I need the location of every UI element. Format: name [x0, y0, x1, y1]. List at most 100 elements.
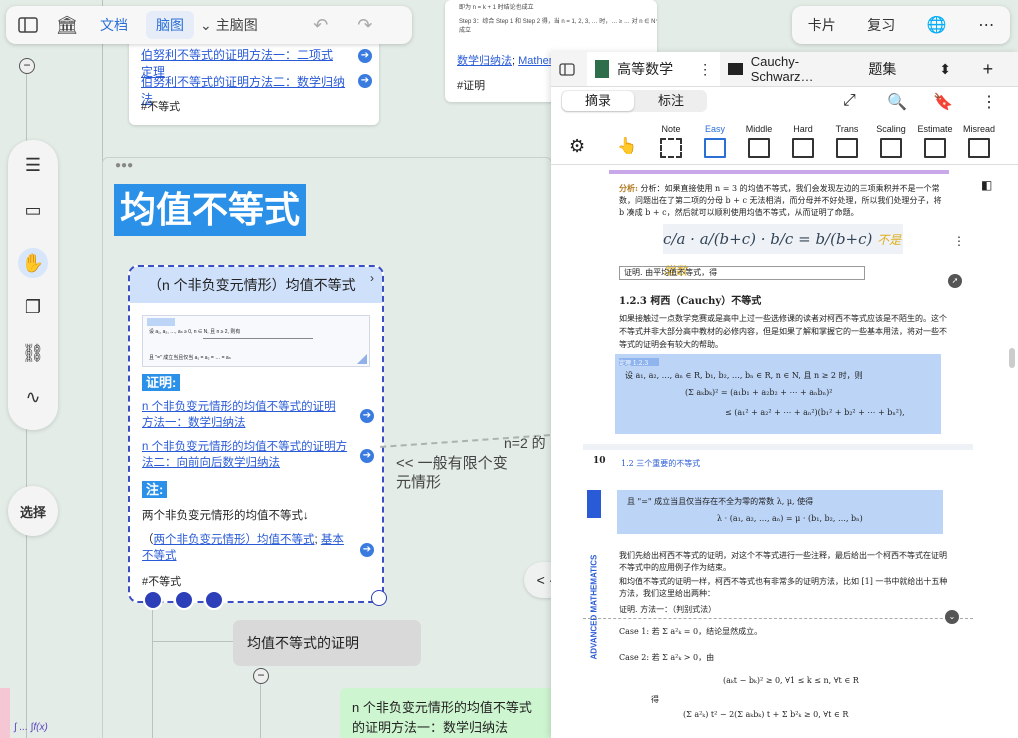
tool-note[interactable]: Note: [651, 124, 691, 158]
equation: (Σ a²ₖ) t² − 2(Σ aₖbₖ) t + Σ b²ₖ ≥ 0, ∀t…: [683, 710, 849, 719]
library-icon[interactable]: 🏛: [50, 11, 84, 39]
copy-icon[interactable]: ❐: [18, 292, 48, 322]
chevron-down-icon[interactable]: ⌄: [945, 610, 959, 624]
edge-label[interactable]: << 一般有限个变元情形: [396, 454, 516, 492]
more-vertical-icon[interactable]: ⋮: [698, 61, 712, 78]
layout-icon[interactable]: ▭: [18, 195, 48, 225]
merge-icon[interactable]: [204, 590, 224, 610]
link-node-icon[interactable]: [174, 590, 194, 610]
section-heading: 1.2.3 柯西（Cauchy）不等式: [619, 296, 762, 307]
frame-icon: [968, 138, 990, 158]
text-line: Step 3：综合 Step 1 和 Step 2 得，当 n = 1, 2, …: [459, 19, 657, 34]
thumb-caption: 设 a₁, a₂, …, aₙ ≥ 0, n ∈ N, 且 n ≥ 2, 则有: [149, 329, 241, 335]
panel-layout-icon[interactable]: ◧: [981, 178, 992, 192]
tab-label: Cauchy-Schwarz…: [750, 54, 814, 84]
web-search-icon[interactable]: 🌐: [927, 15, 947, 35]
link-method-1[interactable]: n 个非负变元情形的均值不等式的证明方法一：数学归纳法: [142, 399, 347, 431]
sort-icon[interactable]: ⬍: [931, 52, 974, 86]
hand-icon[interactable]: ✋: [18, 248, 48, 278]
tool-estimate[interactable]: Estimate: [915, 124, 955, 158]
pen-icon[interactable]: ∿: [18, 382, 48, 412]
tag[interactable]: #证明: [457, 77, 485, 93]
tag[interactable]: #不等式: [141, 98, 180, 114]
theorem-box[interactable]: 定理 1.2.3 设 a₁, a₂, …, aₙ ∈ R, b₁, b₂, …,…: [615, 354, 941, 434]
tab-problems[interactable]: 题集: [860, 52, 931, 86]
pink-node[interactable]: [0, 688, 10, 738]
tab-label: 高等数学: [617, 61, 674, 77]
tool-label: Scaling: [876, 124, 906, 134]
search-page-icon[interactable]: 🔍: [887, 92, 907, 112]
redo-icon[interactable]: ↷: [350, 11, 380, 39]
tool-middle[interactable]: Middle: [739, 124, 779, 158]
settings-icon[interactable]: ⚙: [569, 136, 585, 157]
page-gap: [583, 444, 973, 450]
case-2: Case 2: 若 Σ a²ₖ > 0，由: [619, 653, 715, 662]
tool-scaling[interactable]: Scaling: [871, 124, 911, 158]
tool-label: Note: [661, 124, 681, 134]
link-induction[interactable]: 数学归纳法: [457, 55, 512, 67]
tab-document[interactable]: 文档: [90, 11, 138, 39]
more-vertical-icon[interactable]: ⋮: [981, 92, 997, 112]
tool-easy[interactable]: Easy: [695, 124, 735, 158]
intro-text: 如果接触过一点数学竞赛或是高中上过一些选修课的读者对柯西不等式应该是不陌生的。这…: [619, 314, 947, 349]
resize-handle-icon[interactable]: [357, 354, 367, 364]
link-method-2[interactable]: n 个非负变元情形的均值不等式的证明方法二：向前向后数学归纳法: [142, 439, 352, 471]
condition-box[interactable]: 且 "=" 成立当且仅当存在不全为零的常数 λ, μ, 使得 λ · (a₁, …: [617, 490, 943, 534]
tab-advanced-math[interactable]: 高等数学 ⋮: [587, 52, 721, 86]
tool-hard[interactable]: Hard: [783, 124, 823, 158]
link-icon[interactable]: ⛓: [18, 338, 48, 368]
main-card[interactable]: （n 个非负变元情形）均值不等式 › 设 a₁, a₂, …, aₙ ≥ 0, …: [128, 265, 384, 603]
collapse-icon[interactable]: −: [19, 58, 35, 74]
jump-arrow-icon[interactable]: ➔: [358, 49, 372, 63]
resize-handle-icon[interactable]: [371, 590, 387, 606]
sidebar-toggle-icon[interactable]: [6, 11, 50, 39]
hand-icon[interactable]: 👆: [617, 136, 637, 156]
card-header[interactable]: （n 个非负变元情形）均值不等式 ›: [130, 267, 382, 303]
jump-arrow-icon[interactable]: ➔: [360, 543, 374, 557]
review-button[interactable]: 复习: [867, 15, 895, 35]
seg-annotate[interactable]: 标注: [635, 90, 707, 112]
group-title[interactable]: 均值不等式: [114, 184, 307, 236]
dropdown-label: 主脑图: [215, 17, 258, 33]
pdf-page[interactable]: 分析: 分析：如果直接使用 n = 3 的均值不等式，我们会发现左边的三项乘积并…: [583, 170, 973, 738]
pin-icon[interactable]: ➚: [948, 274, 962, 288]
green-node[interactable]: n 个非负变元情形的均值不等式的证明方法一：数学归纳法: [340, 688, 555, 738]
tag[interactable]: #不等式: [142, 573, 181, 589]
select-button[interactable]: 选择: [8, 486, 58, 536]
comment-icon[interactable]: [143, 590, 163, 610]
fullscreen-icon[interactable]: ⤢: [843, 92, 856, 110]
tool-trans[interactable]: Trans: [827, 124, 867, 158]
method-line: 证明. 方法一：（判别式法）: [619, 605, 717, 614]
tab-mindmap[interactable]: 脑图: [146, 11, 194, 39]
drag-handle-icon[interactable]: ●●●: [115, 160, 133, 171]
excerpt-thumbnail[interactable]: 设 a₁, a₂, …, aₙ ≥ 0, n ∈ N, 且 n ≥ 2, 则有 …: [142, 315, 370, 367]
card-button[interactable]: 卡片: [808, 15, 836, 35]
more-icon[interactable]: ⋯: [978, 15, 994, 35]
chevron-right-icon[interactable]: ›: [370, 271, 374, 285]
more-vertical-icon[interactable]: ⋮: [953, 234, 965, 248]
undo-icon[interactable]: ↶: [306, 11, 336, 39]
link-two-var[interactable]: 两个非负变元情形）均值不等式: [154, 534, 315, 546]
add-tab-icon[interactable]: +: [975, 52, 1018, 86]
cauchy-eq-1: (Σ aₖbₖ)² = (a₁b₁ + a₂b₂ + ⋯ + aₙbₙ)²: [685, 388, 833, 397]
panel-sidebar-icon[interactable]: [551, 52, 587, 86]
proof-node[interactable]: 均值不等式的证明: [233, 620, 421, 666]
jump-arrow-icon[interactable]: ➔: [360, 449, 374, 463]
outline-icon[interactable]: ☰: [18, 150, 48, 180]
frame-icon: [748, 138, 770, 158]
jump-arrow-icon[interactable]: ➔: [358, 74, 372, 88]
bookmark-icon[interactable]: 🔖: [933, 92, 953, 112]
jump-arrow-icon[interactable]: ➔: [360, 409, 374, 423]
divider: [551, 164, 1018, 165]
tab-cauchy[interactable]: Cauchy-Schwarz…: [720, 52, 860, 86]
analysis-body: 分析：如果直接使用 n = 3 的均值不等式，我们会发现左边的三项乘积并不是一个…: [619, 184, 942, 217]
seg-excerpt[interactable]: 摘录: [562, 91, 634, 111]
tool-misread[interactable]: Misread: [959, 124, 999, 158]
edge-label[interactable]: n=2 的: [504, 433, 546, 453]
mindmap-dropdown[interactable]: ⌄ 主脑图: [200, 11, 258, 39]
tool-label: Hard: [793, 124, 813, 134]
link-row: 数学归纳法; Mathem: [457, 55, 558, 67]
book-icon: [595, 60, 610, 78]
top-card[interactable]: 伯努利不等式的证明方法一：二项式定理 ➔ 伯努利不等式的证明方法二：数学归纳法 …: [129, 30, 379, 125]
scrollbar[interactable]: [1009, 348, 1015, 368]
